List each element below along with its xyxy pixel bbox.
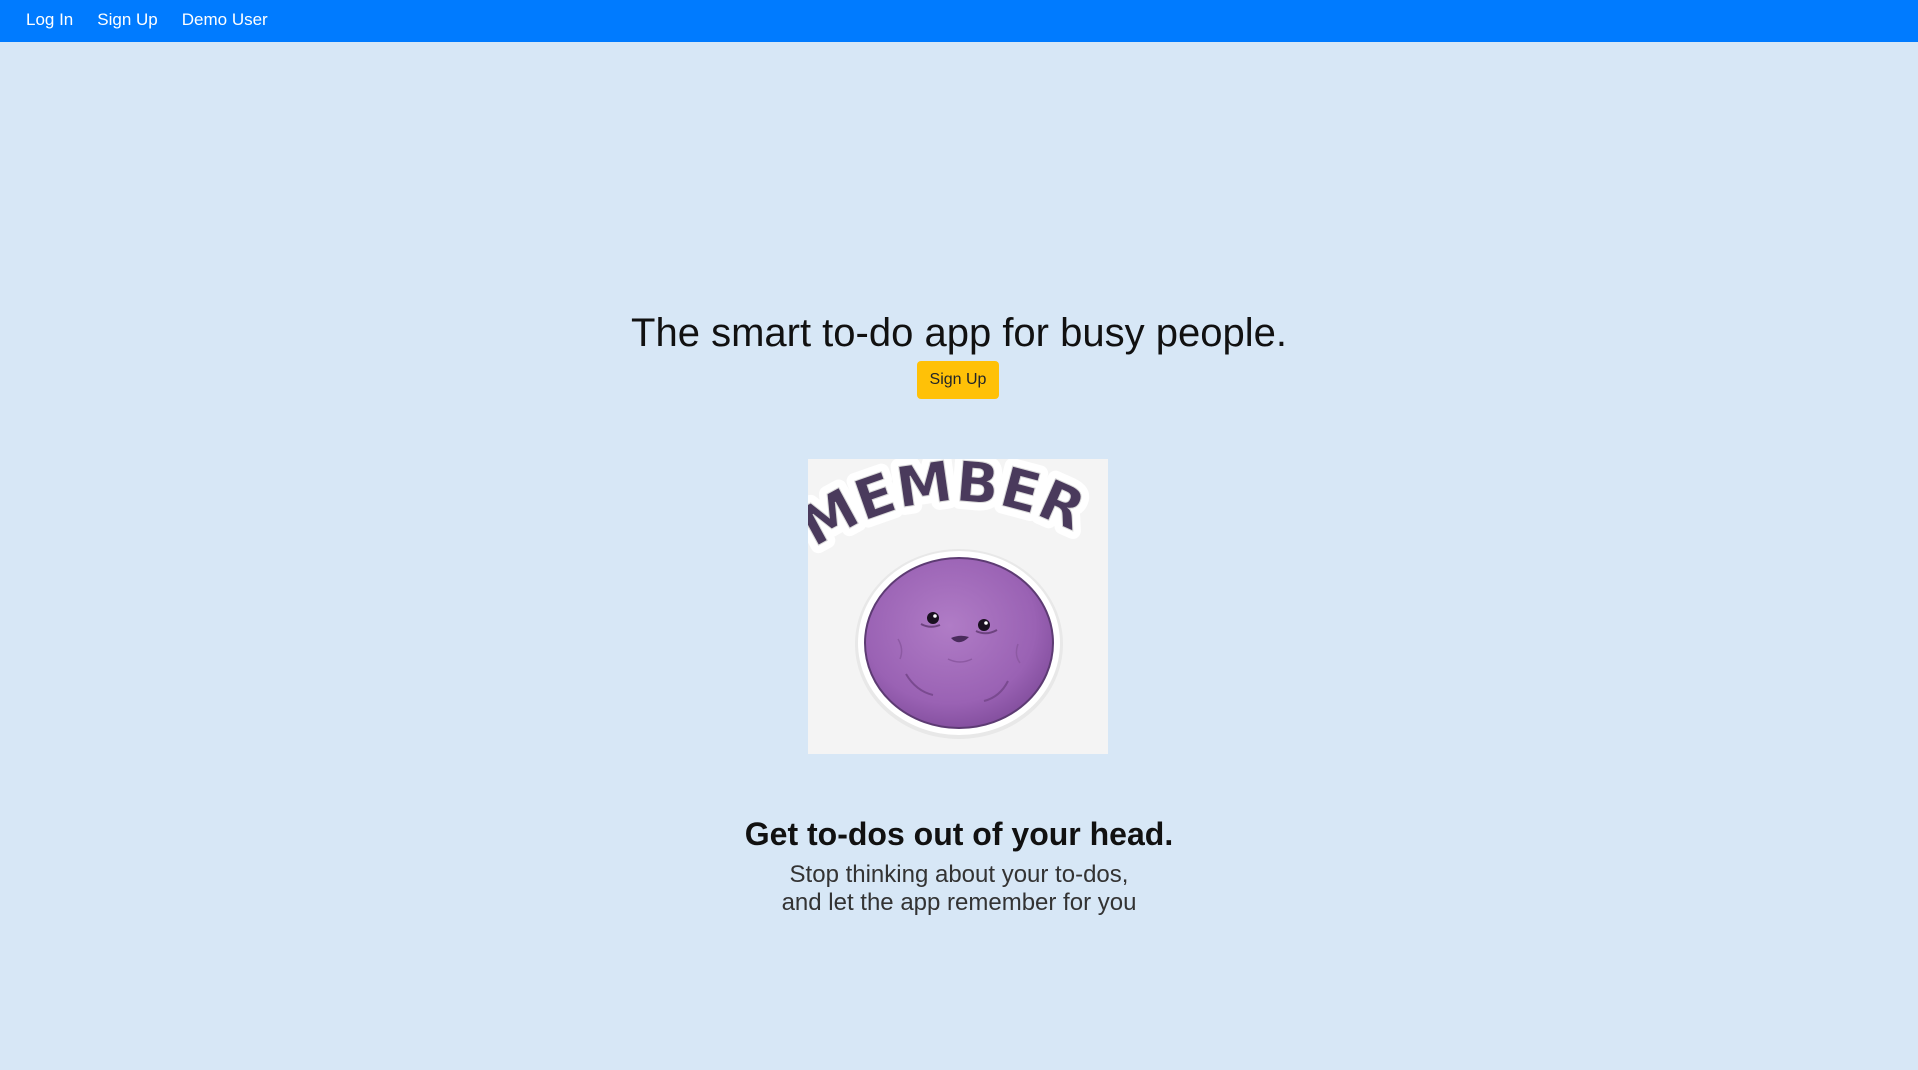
hero-headline: The smart to-do app for busy people.	[631, 311, 1287, 355]
nav-demo-user-link[interactable]: Demo User	[182, 10, 268, 30]
svg-text:MEMBER?: MEMBER?	[808, 459, 1094, 560]
feature-description: Stop thinking about your to-dos, and let…	[0, 861, 1918, 917]
hero-signup-button[interactable]: Sign Up	[917, 361, 999, 399]
nav-login-link[interactable]: Log In	[26, 10, 73, 30]
feature-description-line2: and let the app remember for you	[781, 889, 1137, 916]
feature-title: Get to-dos out of your head.	[744, 816, 1174, 852]
member-berry-sticker-icon: MEMBER? MEMBER?	[782, 400, 1102, 739]
nav-signup-link[interactable]: Sign Up	[97, 10, 157, 30]
member-berry-image: MEMBER? MEMBER?	[782, 400, 1108, 754]
main-content: The smart to-do app for busy people. Sig…	[0, 42, 1918, 1070]
feature-description-line1: Stop thinking about your to-dos,	[789, 861, 1129, 888]
top-navbar: Log In Sign Up Demo User	[0, 0, 1918, 42]
